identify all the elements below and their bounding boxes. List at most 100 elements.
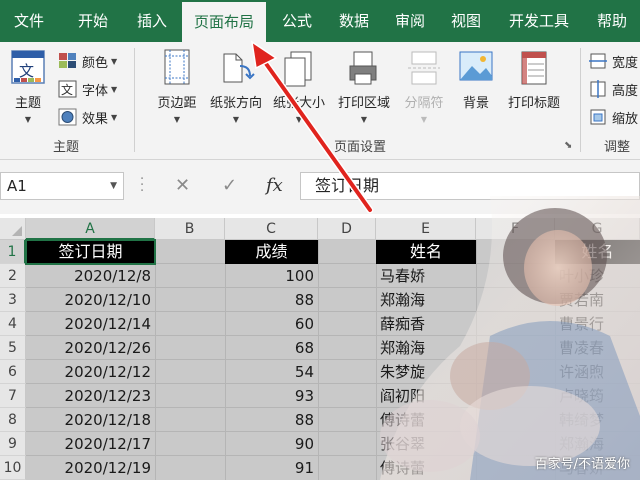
breaks-button[interactable]: 分隔符 ▼ — [398, 48, 450, 125]
tab-page-layout[interactable]: 页面布局 — [182, 0, 266, 42]
tab-insert[interactable]: 插入 — [124, 0, 180, 42]
tab-file[interactable]: 文件 — [0, 0, 58, 42]
row-header-7[interactable]: 7 — [0, 384, 26, 408]
cell-name[interactable]: 马春娇 — [376, 264, 476, 288]
tab-data[interactable]: 数据 — [328, 0, 380, 42]
cell-date[interactable]: 2020/12/17 — [26, 432, 155, 456]
cell-score[interactable]: 90 — [225, 432, 318, 456]
formula-input[interactable]: 签订日期 — [300, 172, 640, 200]
cell-name[interactable]: 阎初阳 — [376, 384, 476, 408]
column-header-d[interactable]: D — [318, 218, 376, 240]
cell-name[interactable]: 贾若南 — [555, 288, 640, 312]
cell-date[interactable]: 2020/12/12 — [26, 360, 155, 384]
cell-name[interactable]: 曹景行 — [555, 312, 640, 336]
height-button[interactable]: 高度 — [588, 78, 638, 100]
cell-date[interactable]: 2020/12/19 — [26, 456, 155, 480]
cell-name[interactable]: 傅诗蕾 — [376, 408, 476, 432]
cell-date[interactable]: 2020/12/10 — [26, 288, 155, 312]
tab-review[interactable]: 审阅 — [384, 0, 436, 42]
column-header-g[interactable]: G — [555, 218, 640, 240]
column-header-a[interactable]: A — [26, 218, 155, 240]
enter-icon[interactable]: ✓ — [222, 172, 237, 200]
row-header-1[interactable]: 1 — [0, 240, 26, 264]
row-header-9[interactable]: 9 — [0, 432, 26, 456]
cell-score[interactable]: 91 — [225, 456, 318, 480]
fonts-button[interactable]: 文 字体 ▼ — [58, 78, 117, 100]
select-all-button[interactable] — [0, 218, 26, 240]
effects-button[interactable]: 效果 ▼ — [58, 106, 117, 128]
cell-name[interactable]: 张谷翠 — [376, 432, 476, 456]
cell-name[interactable]: 朱梦旋 — [376, 360, 476, 384]
cell-a1[interactable]: 签订日期 — [26, 240, 155, 264]
row-header-3[interactable]: 3 — [0, 288, 26, 312]
drag-handle-icon[interactable]: · · · — [140, 173, 144, 198]
ribbon-tab-bar: 文件 开始 插入 页面布局 公式 数据 审阅 视图 开发工具 帮助 — [0, 0, 640, 42]
cell-name[interactable]: 郑瀚海 — [376, 336, 476, 360]
cell-score[interactable]: 60 — [225, 312, 318, 336]
background-button[interactable]: 背景 — [454, 48, 498, 111]
size-label: 纸张大小 — [272, 96, 325, 111]
cell-name[interactable]: 许涵煦 — [555, 360, 640, 384]
tab-developer[interactable]: 开发工具 — [498, 0, 580, 42]
excel-window: 文件 开始 插入 页面布局 公式 数据 审阅 视图 开发工具 帮助 文 主题 ▼ — [0, 0, 640, 480]
chevron-down-icon[interactable]: ▼ — [110, 173, 117, 199]
cell-score[interactable]: 88 — [225, 408, 318, 432]
row-header-8[interactable]: 8 — [0, 408, 26, 432]
cancel-icon[interactable]: ✕ — [175, 172, 190, 200]
cell-name[interactable]: 卢晓筠 — [555, 384, 640, 408]
cell-g1[interactable]: 姓名 — [555, 240, 640, 264]
column-header-c[interactable]: C — [225, 218, 318, 240]
cell-score[interactable]: 93 — [225, 384, 318, 408]
cell-name[interactable]: 薛痴香 — [376, 312, 476, 336]
cell-date[interactable]: 2020/12/8 — [26, 264, 155, 288]
colors-button[interactable]: 颜色 ▼ — [58, 50, 117, 72]
column-header-f[interactable]: F — [476, 218, 555, 240]
column-header-b[interactable]: B — [155, 218, 225, 240]
margins-button[interactable]: 页边距 ▼ — [150, 48, 204, 125]
formula-bar: A1 ▼ · · · ✕ ✓ fx 签订日期 — [0, 160, 640, 214]
cell-score[interactable]: 54 — [225, 360, 318, 384]
tab-view[interactable]: 视图 — [440, 0, 492, 42]
insert-function-button[interactable]: fx — [266, 172, 283, 200]
row-header-4[interactable]: 4 — [0, 312, 26, 336]
dialog-launcher-icon[interactable]: ⬊ — [564, 140, 576, 152]
name-box[interactable]: A1 ▼ — [0, 172, 124, 200]
cell-score[interactable]: 100 — [225, 264, 318, 288]
cell-name[interactable]: 傅诗蕾 — [376, 456, 476, 480]
cell-name[interactable]: 郑瀚海 — [376, 288, 476, 312]
gridline — [318, 240, 319, 480]
row-header-5[interactable]: 5 — [0, 336, 26, 360]
svg-text:文: 文 — [19, 62, 34, 80]
row-header-10[interactable]: 10 — [0, 456, 26, 480]
width-button[interactable]: 宽度 — [588, 50, 638, 72]
scale-button[interactable]: 缩放 — [588, 106, 638, 128]
cell-score[interactable]: 68 — [225, 336, 318, 360]
tab-help[interactable]: 帮助 — [586, 0, 638, 42]
tab-home[interactable]: 开始 — [62, 0, 124, 42]
print-titles-button[interactable]: 打印标题 — [502, 48, 566, 111]
cell-e1[interactable]: 姓名 — [376, 240, 476, 264]
cell-date[interactable]: 2020/12/26 — [26, 336, 155, 360]
cell-score[interactable]: 88 — [225, 288, 318, 312]
row-header-2[interactable]: 2 — [0, 264, 26, 288]
margins-icon — [164, 49, 190, 85]
cell-name[interactable]: 曹凌春 — [555, 336, 640, 360]
cell-date[interactable]: 2020/12/14 — [26, 312, 155, 336]
scale-label: 缩放 — [612, 111, 639, 127]
width-label: 宽度 — [612, 55, 639, 71]
cell-date[interactable]: 2020/12/18 — [26, 408, 155, 432]
cell-name[interactable]: 韩绮梦 — [555, 408, 640, 432]
orientation-button[interactable]: 纸张方向 ▼ — [206, 48, 266, 125]
size-button[interactable]: 纸张大小 ▼ — [268, 48, 330, 125]
print-area-button[interactable]: 打印区域 ▼ — [332, 48, 396, 125]
print-titles-label: 打印标题 — [507, 96, 560, 111]
tab-formulas[interactable]: 公式 — [270, 0, 324, 42]
cell-c1[interactable]: 成绩 — [225, 240, 318, 264]
themes-label: 主题 — [14, 96, 41, 111]
cell-name[interactable]: 叶小珍 — [555, 264, 640, 288]
column-header-e[interactable]: E — [376, 218, 476, 240]
row-header-6[interactable]: 6 — [0, 360, 26, 384]
group-label-page-setup: 页面设置 — [333, 140, 386, 155]
cell-date[interactable]: 2020/12/23 — [26, 384, 155, 408]
themes-button[interactable]: 文 主题 ▼ — [6, 48, 50, 130]
